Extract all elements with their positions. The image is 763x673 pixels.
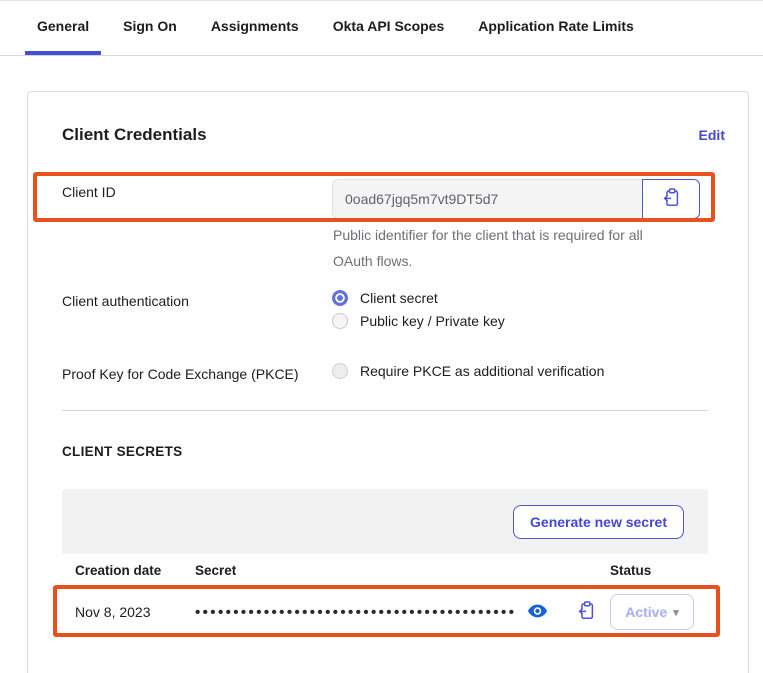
secrets-table-header: Creation date Secret Status bbox=[62, 554, 708, 587]
clipboard-icon bbox=[662, 188, 681, 210]
client-id-input[interactable] bbox=[332, 179, 642, 219]
section-header: Client Credentials Edit bbox=[62, 125, 736, 145]
client-authentication-options: Client secret Public key / Private key bbox=[332, 290, 505, 329]
tab-application-rate-limits[interactable]: Application Rate Limits bbox=[466, 1, 646, 55]
client-secrets-title: CLIENT SECRETS bbox=[62, 444, 182, 459]
section-divider bbox=[62, 410, 708, 411]
radio-public-private-key[interactable] bbox=[332, 313, 348, 329]
tab-assignments[interactable]: Assignments bbox=[199, 1, 311, 55]
pkce-checkbox[interactable] bbox=[332, 363, 348, 379]
radio-public-private-key-label: Public key / Private key bbox=[360, 313, 505, 329]
client-id-input-group bbox=[332, 179, 700, 219]
radio-client-secret[interactable] bbox=[332, 290, 348, 306]
client-id-help-text: Public identifier for the client that is… bbox=[333, 222, 685, 274]
caret-down-icon: ▾ bbox=[673, 606, 679, 619]
option-public-private-key: Public key / Private key bbox=[332, 313, 505, 329]
row-creation-date: Nov 8, 2023 bbox=[62, 604, 195, 620]
copy-secret-button[interactable] bbox=[577, 601, 596, 623]
app-settings-page: General Sign On Assignments Okta API Sco… bbox=[0, 0, 763, 673]
tab-sign-on[interactable]: Sign On bbox=[111, 1, 189, 55]
copy-client-id-button[interactable] bbox=[642, 179, 700, 219]
masked-secret: ••••••••••••••••••••••••••••••••••••••••… bbox=[195, 605, 516, 620]
section-title: Client Credentials bbox=[62, 125, 207, 145]
edit-link[interactable]: Edit bbox=[699, 127, 725, 143]
client-credentials-card: Client Credentials Edit Client ID Public… bbox=[27, 91, 749, 673]
pkce-option-row: Require PKCE as additional verification bbox=[332, 363, 604, 379]
header-secret: Secret bbox=[195, 563, 610, 578]
tab-general[interactable]: General bbox=[25, 1, 101, 55]
clipboard-icon bbox=[577, 601, 596, 623]
client-id-label: Client ID bbox=[62, 184, 116, 200]
tab-okta-api-scopes[interactable]: Okta API Scopes bbox=[321, 1, 457, 55]
row-status-cell: Active ▾ bbox=[610, 594, 708, 630]
status-dropdown-button[interactable]: Active ▾ bbox=[610, 594, 694, 630]
pkce-label: Proof Key for Code Exchange (PKCE) bbox=[62, 366, 299, 382]
reveal-secret-button[interactable] bbox=[528, 604, 547, 621]
tab-bar: General Sign On Assignments Okta API Sco… bbox=[0, 1, 763, 56]
table-row: Nov 8, 2023 ••••••••••••••••••••••••••••… bbox=[62, 587, 708, 637]
option-client-secret: Client secret bbox=[332, 290, 505, 306]
header-creation-date: Creation date bbox=[62, 563, 195, 578]
radio-client-secret-label: Client secret bbox=[360, 290, 438, 306]
client-authentication-label: Client authentication bbox=[62, 293, 189, 309]
header-status: Status bbox=[610, 563, 708, 578]
pkce-option-label: Require PKCE as additional verification bbox=[360, 363, 604, 379]
row-secret-cell: ••••••••••••••••••••••••••••••••••••••••… bbox=[195, 601, 610, 623]
client-secrets-toolbar: Generate new secret bbox=[62, 489, 708, 554]
generate-new-secret-button[interactable]: Generate new secret bbox=[513, 505, 684, 539]
status-label: Active bbox=[625, 604, 667, 620]
eye-icon bbox=[528, 604, 547, 621]
